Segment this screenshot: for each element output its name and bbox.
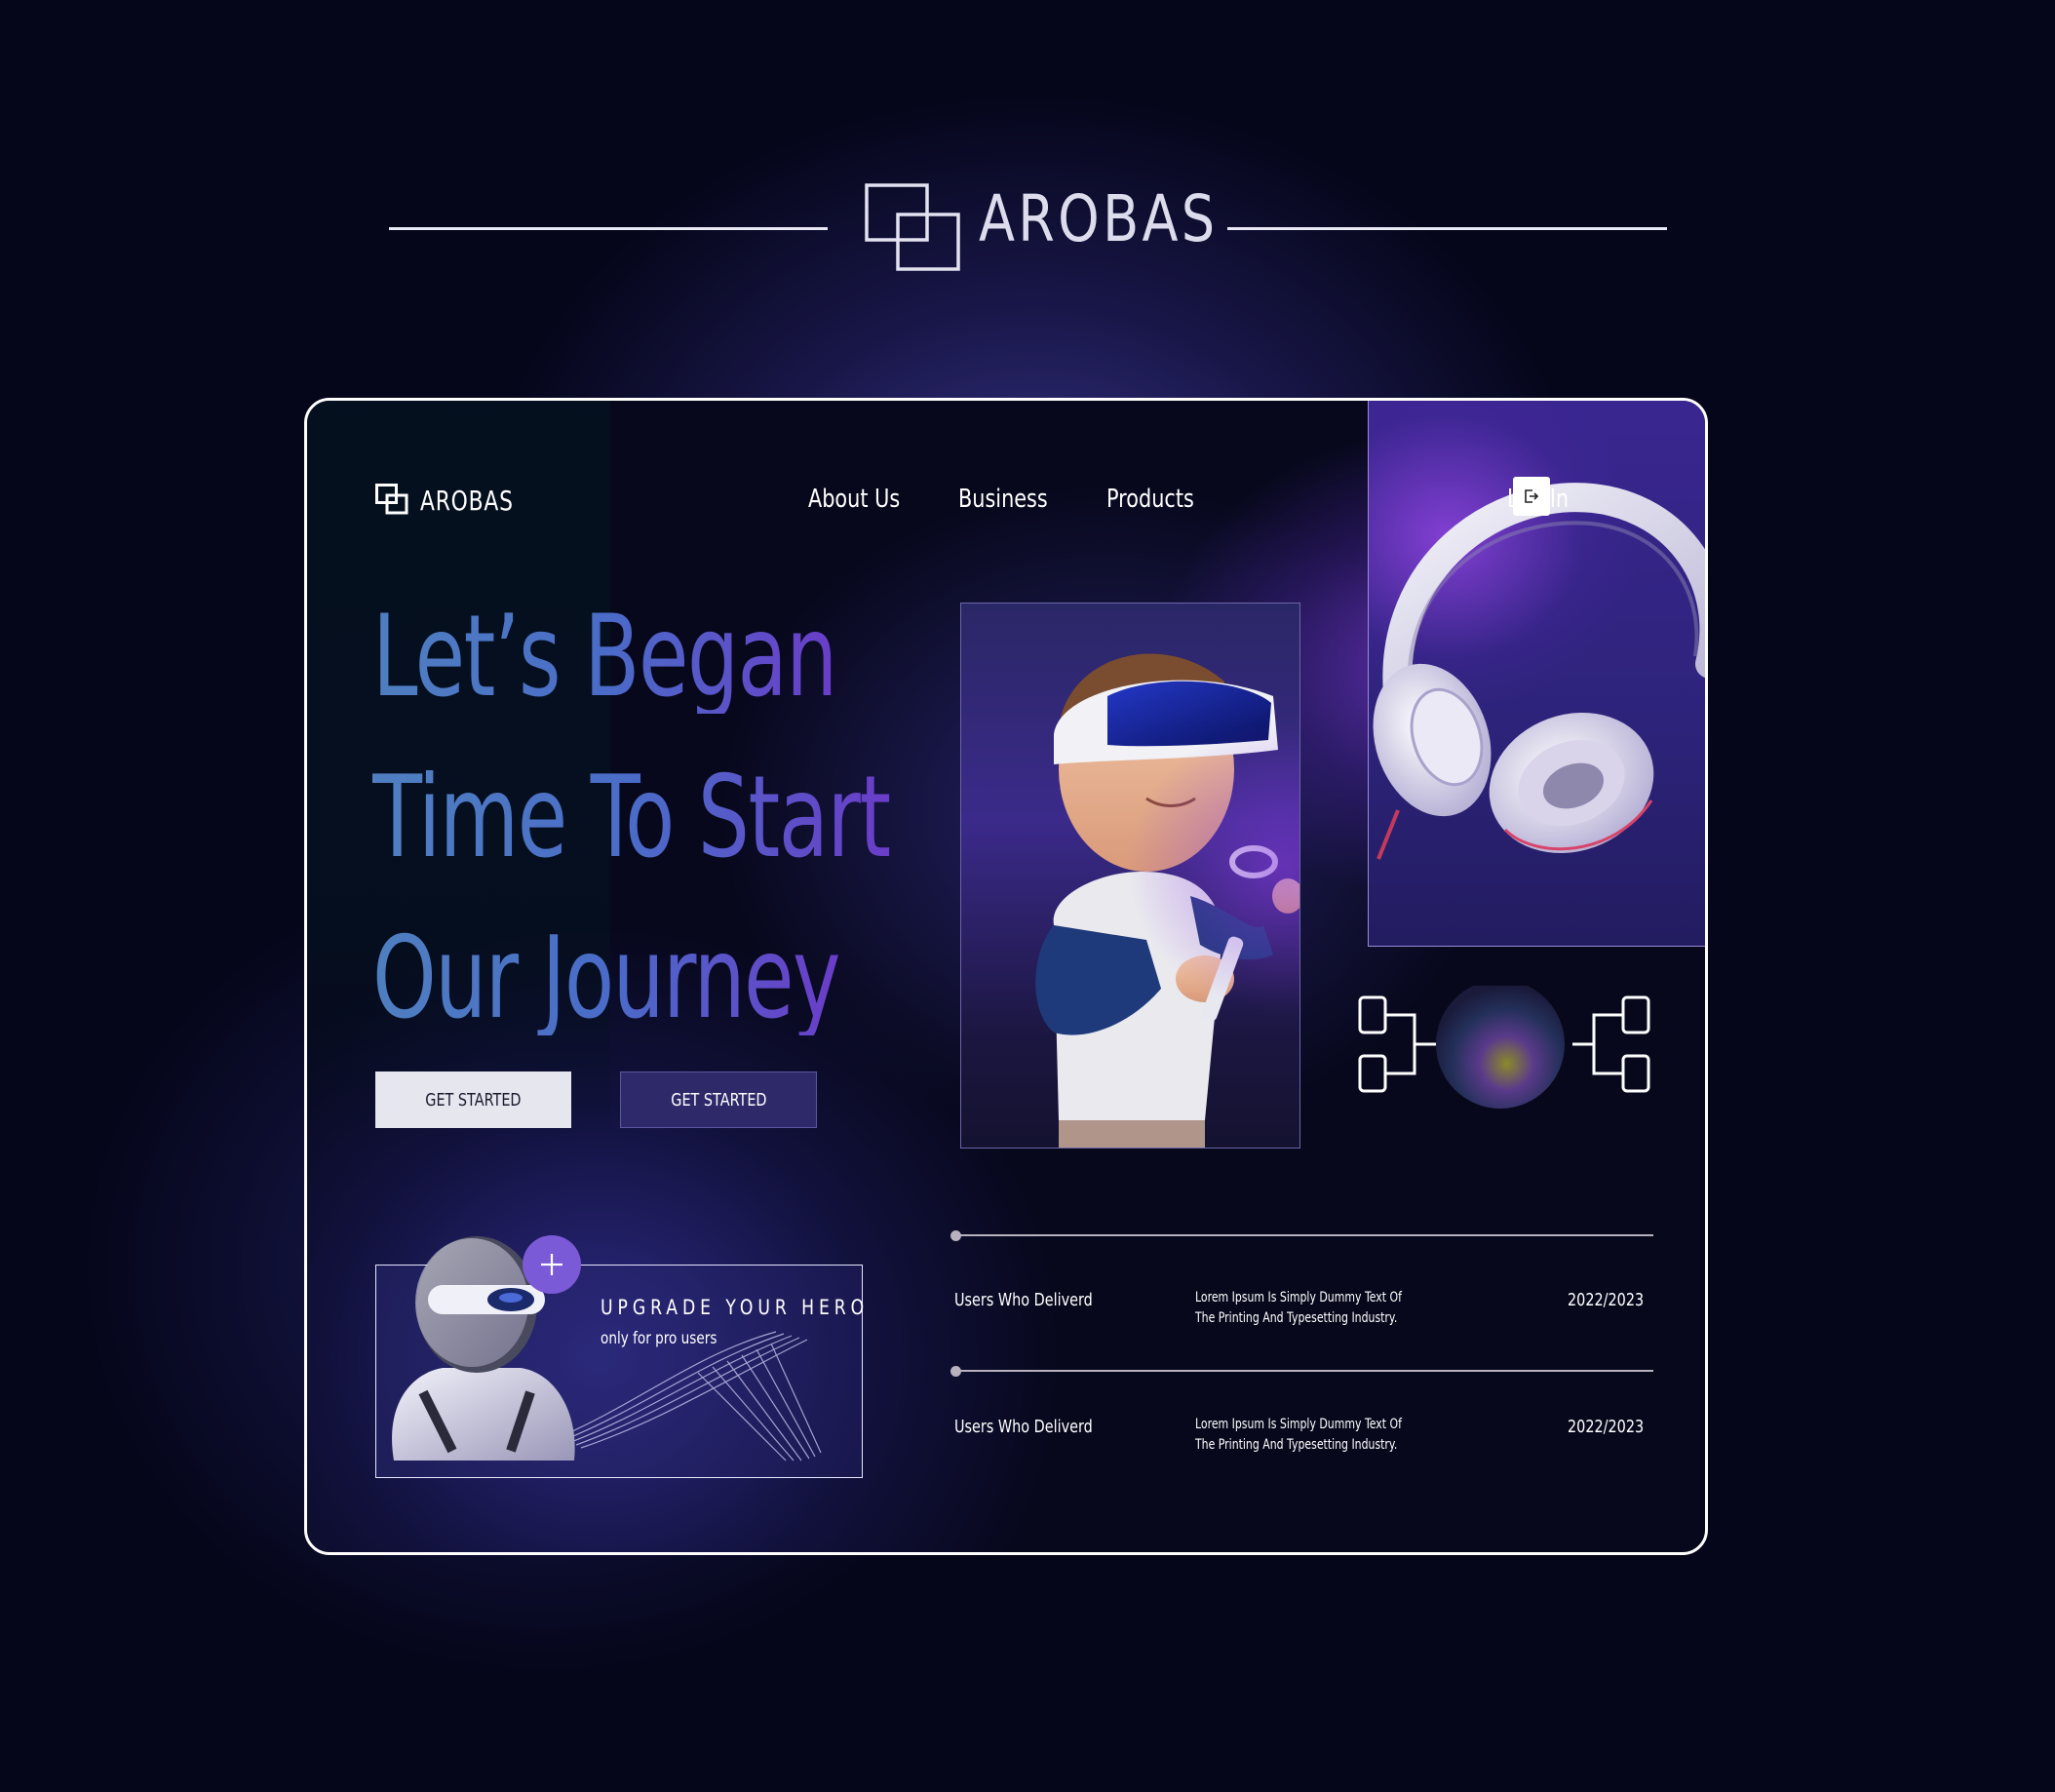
overlapping-squares-icon (865, 183, 960, 271)
brand-rule-right (1227, 227, 1667, 230)
logout-arrow-icon (1525, 489, 1539, 503)
hero-line-1: Let’s Began (372, 591, 837, 722)
nav-link-business[interactable]: Business (958, 485, 1048, 514)
brand-title: AROBAS (979, 181, 1219, 256)
stat-divider-2 (950, 1366, 1653, 1377)
stat-label-2: Users Who Deliverd (954, 1417, 1093, 1437)
nav-link-products[interactable]: Products (1106, 485, 1194, 514)
page-background: AROBAS AROBAS About Us Business Products… (0, 0, 2055, 1792)
stat-year-1: 2022/2023 (1568, 1290, 1645, 1310)
nav-brand-name[interactable]: AROBAS (420, 485, 514, 517)
brand-rule-left (389, 227, 828, 230)
plus-icon (541, 1254, 562, 1275)
stat-year-2: 2022/2023 (1568, 1417, 1645, 1437)
nav-logo-icon (375, 484, 408, 515)
stat-description-2: Lorem Ipsum Is Simply Dummy Text Of The … (1195, 1417, 1402, 1453)
upgrade-title: UPGRADE YOUR HERO (601, 1296, 870, 1319)
upgrade-plus-button[interactable] (523, 1235, 581, 1294)
nav-link-about-us[interactable]: About Us (808, 485, 900, 514)
stat-label-1: Users Who Deliverd (954, 1290, 1093, 1310)
orb-connector-graphic (1358, 986, 1650, 1109)
upgrade-subtitle: only for pro users (601, 1329, 717, 1348)
stat-divider-1 (950, 1230, 1653, 1241)
hero-line-3: Our Journey (372, 913, 840, 1044)
get-started-secondary-button[interactable]: GET STARTED (620, 1071, 817, 1128)
get-started-primary-button[interactable]: GET STARTED (375, 1071, 571, 1128)
stat-description-1: Lorem Ipsum Is Simply Dummy Text Of The … (1195, 1290, 1402, 1326)
login-button[interactable] (1513, 477, 1550, 516)
website-mockup-card: AROBAS About Us Business Products Log In… (304, 398, 1708, 1555)
hero-line-2: Time To Start (372, 752, 891, 883)
vr-boy-image-frame (960, 603, 1300, 1149)
